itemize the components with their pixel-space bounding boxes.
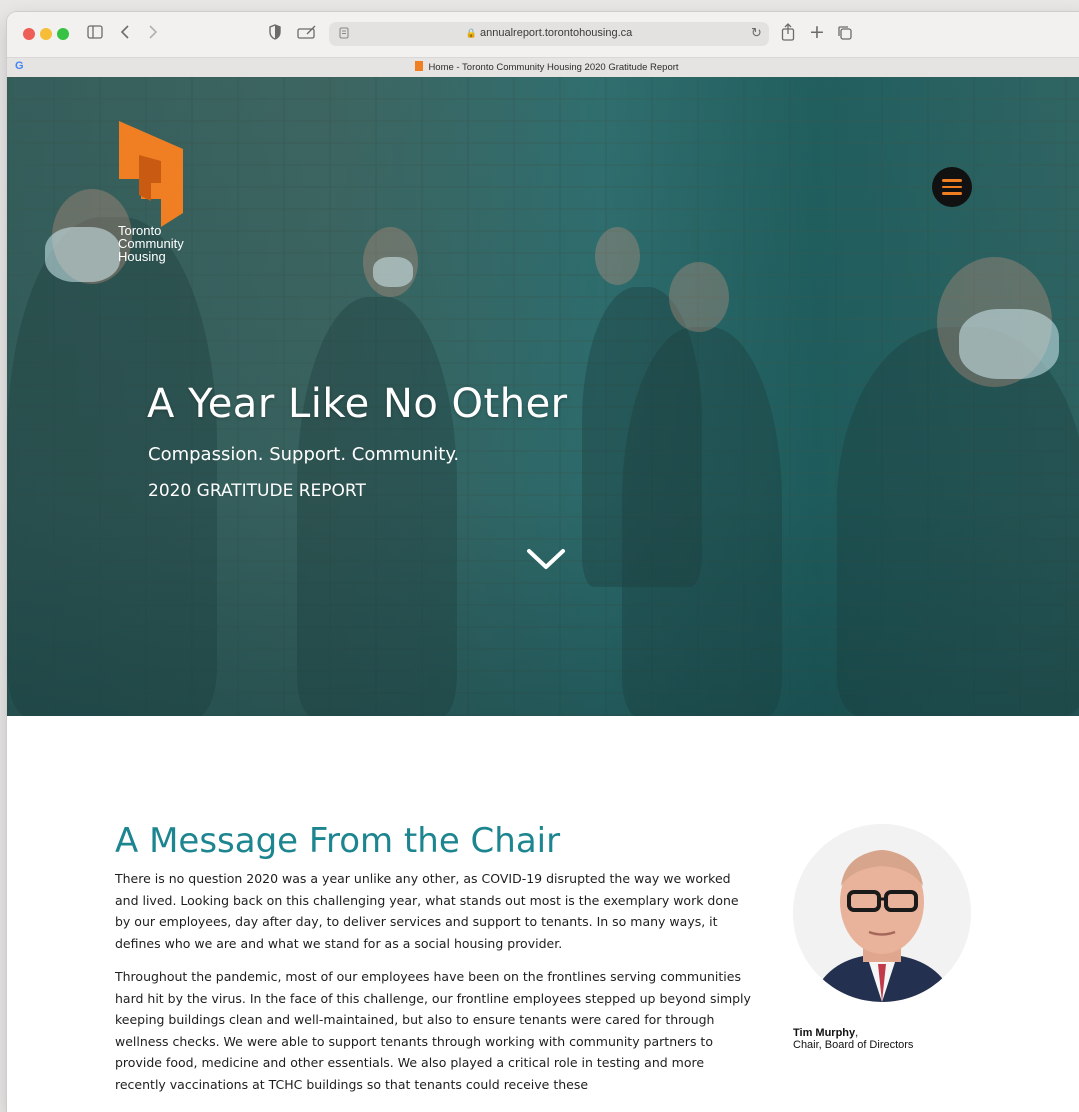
hero-photo-figure	[669, 262, 729, 332]
browser-window: 🔒 annualreport.torontohousing.ca ↻ + G H…	[7, 12, 1079, 1112]
forward-icon[interactable]	[148, 24, 158, 44]
zoom-window-button[interactable]	[57, 28, 69, 40]
hamburger-menu-icon	[942, 185, 962, 188]
chair-role: Chair, Board of Directors	[793, 1039, 914, 1051]
hamburger-menu-button[interactable]	[932, 167, 972, 207]
chair-name: Tim Murphy	[793, 1027, 856, 1039]
lock-icon: 🔒	[465, 28, 477, 38]
tab-bar: G Home - Toronto Community Housing 2020 …	[7, 57, 1079, 78]
section-title: A Message From the Chair	[115, 821, 561, 861]
active-tab[interactable]: Home - Toronto Community Housing 2020 Gr…	[7, 61, 1079, 73]
tab-overview-icon[interactable]	[837, 25, 853, 45]
tchc-logo-icon[interactable]	[117, 121, 187, 227]
extension-icon[interactable]	[297, 25, 317, 43]
new-tab-icon[interactable]: +	[809, 23, 825, 42]
url-text: 🔒 annualreport.torontohousing.ca	[465, 27, 633, 39]
hero-report-label: 2020 GRATITUDE REPORT	[148, 481, 366, 501]
hamburger-menu-icon	[942, 179, 962, 182]
chair-message-section: A Message From the Chair There is no que…	[7, 716, 1079, 1112]
back-icon[interactable]	[120, 24, 130, 44]
message-paragraph-1: There is no question 2020 was a year unl…	[115, 871, 739, 951]
logo-text[interactable]: Toronto Community Housing	[118, 224, 184, 263]
scroll-down-chevron-icon[interactable]	[526, 547, 566, 571]
hero-photo-figure	[595, 227, 640, 285]
privacy-shield-icon[interactable]	[269, 24, 281, 44]
share-icon[interactable]	[781, 23, 795, 45]
hero-subtitle: Compassion. Support. Community.	[148, 444, 460, 465]
hamburger-menu-icon	[942, 192, 962, 195]
chair-portrait-image	[793, 824, 971, 1002]
hero-photo-figure	[45, 227, 120, 282]
minimize-window-button[interactable]	[40, 28, 52, 40]
sidebar-toggle-icon[interactable]	[87, 25, 103, 43]
address-bar[interactable]: 🔒 annualreport.torontohousing.ca ↻	[329, 22, 769, 46]
hero-photo-figure	[959, 309, 1059, 379]
hero-title: A Year Like No Other	[147, 381, 568, 427]
chair-portrait	[793, 824, 971, 1002]
hero-photo-figure	[373, 257, 413, 287]
message-paragraph-2: Throughout the pandemic, most of our emp…	[115, 969, 751, 1092]
reload-icon[interactable]: ↻	[751, 25, 762, 43]
browser-toolbar: 🔒 annualreport.torontohousing.ca ↻ +	[7, 12, 1079, 57]
hero-banner: Toronto Community Housing A Year Like No…	[7, 77, 1079, 716]
tchc-favicon-icon	[415, 61, 424, 71]
chair-caption: Tim Murphy, Chair, Board of Directors	[793, 1027, 914, 1051]
hero-photo-ground	[7, 496, 1079, 716]
close-window-button[interactable]	[23, 28, 35, 40]
